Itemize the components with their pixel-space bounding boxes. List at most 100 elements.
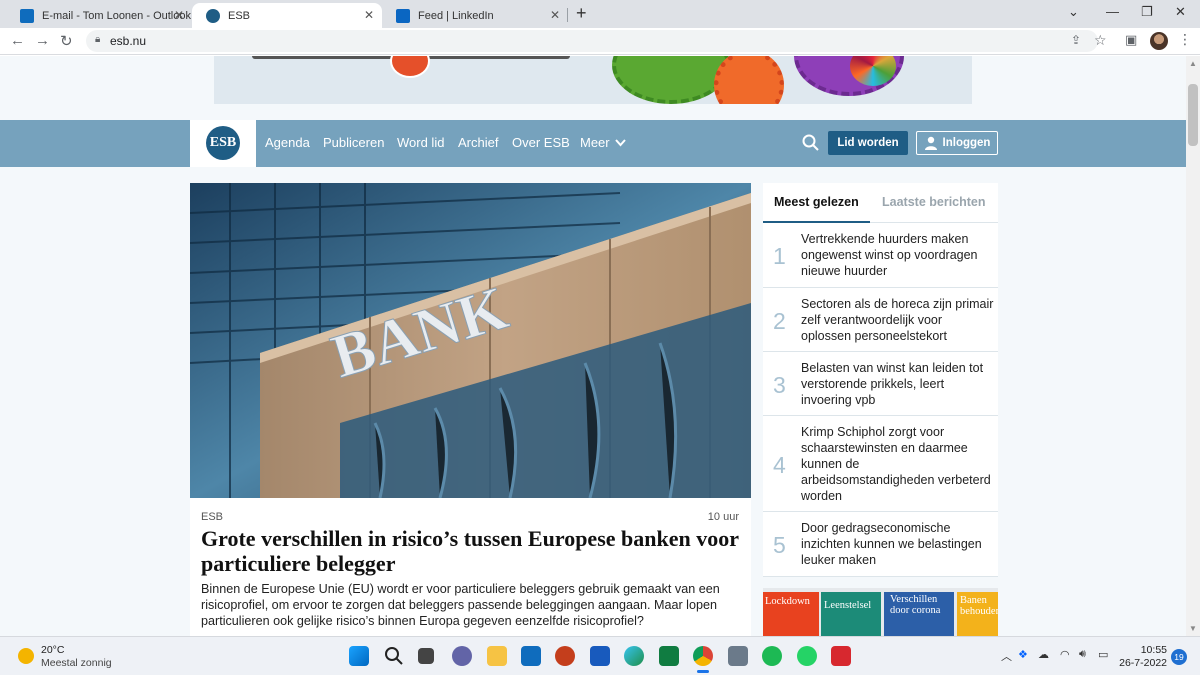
site-navbar: ESB Agenda Publiceren Word lid Archief O… [0,120,1186,167]
chevron-down-icon[interactable] [615,139,626,147]
most-read-item[interactable]: 1 Vertrekkende huurders maken ongewenst … [763,223,998,288]
minimize-icon[interactable]: — [1106,4,1119,19]
nav-agenda[interactable]: Agenda [265,135,310,150]
close-icon[interactable]: ✕ [364,8,374,22]
esb-icon [206,8,220,23]
login-button[interactable]: Inloggen [916,131,998,155]
page-scrollbar[interactable]: ▲ ▼ [1186,56,1200,636]
spotify-icon[interactable] [762,646,782,666]
chrome-icon[interactable] [693,646,713,673]
browser-toolbar: ← → ↻ 🔒︎ esb.nu ⇪ ☆ ▣ ⋮ [0,28,1200,55]
hero-image[interactable]: BANK [190,183,751,498]
most-read-item[interactable]: 2 Sectoren als de horeca zijn primair ze… [763,288,998,352]
most-read-title[interactable]: Krimp Schiphol zorgt voor schaarstewinst… [801,424,995,504]
outlook-icon[interactable] [521,646,541,666]
maximize-icon[interactable]: ❐ [1141,4,1153,20]
esb-logo[interactable]: ESB [190,120,256,167]
search-icon[interactable] [802,134,819,151]
rank-number: 2 [773,308,786,334]
file-explorer-icon[interactable] [487,646,507,666]
most-read-item[interactable]: 4 Krimp Schiphol zorgt voor schaarstewin… [763,416,998,512]
outlook-icon [20,8,34,23]
magazine-cover: Lockdown [763,592,819,636]
clock-date[interactable]: 26-7-2022 [1117,657,1167,669]
nav-word-lid[interactable]: Word lid [397,135,444,150]
most-read-title[interactable]: Sectoren als de horeca zijn primair zelf… [801,296,995,344]
nav-publiceren[interactable]: Publiceren [323,135,384,150]
forward-icon[interactable]: → [35,32,50,49]
address-bar[interactable]: 🔒︎ esb.nu ⇪ [86,30,1098,52]
tab-esb[interactable]: ESB ✕ [192,3,382,28]
task-view-icon[interactable] [418,648,434,664]
tray-overflow-icon[interactable]: ︿ [1001,648,1012,664]
volume-icon[interactable]: 🔊︎ [1079,648,1086,661]
search-icon[interactable] [384,646,404,666]
window-close-icon[interactable]: ✕ [1175,4,1186,20]
profile-avatar[interactable] [1150,32,1168,50]
magazine-promo[interactable]: Lockdown Leenstelsel Verschillen door co… [763,588,998,636]
rank-number: 4 [773,452,786,478]
notification-badge[interactable]: 19 [1171,649,1187,665]
tab-title: Feed | LinkedIn [418,9,494,22]
article-title[interactable]: Grote verschillen in risico’s tussen Eur… [201,526,741,576]
magazine-cover: Leenstelsel [821,592,881,636]
tab-search-icon[interactable]: ⌄ [1068,4,1079,20]
weather-sun-icon[interactable] [18,648,34,664]
teams-chat-icon[interactable] [452,646,472,666]
most-read-item[interactable]: 5 Door gedragseconomische inzichten kunn… [763,512,998,577]
whatsapp-icon[interactable] [797,646,817,666]
back-icon[interactable]: ← [10,32,25,49]
ad-banner[interactable] [214,56,972,104]
share-icon[interactable]: ⇪ [1071,33,1081,47]
close-icon[interactable]: ✕ [174,8,184,22]
bookmark-star-icon[interactable]: ☆ [1094,32,1107,49]
battery-icon[interactable]: ▭ [1098,648,1108,661]
reload-icon[interactable]: ↻ [60,32,73,50]
most-read-sidebar: Meest gelezen Laatste berichten 1 Vertre… [763,183,998,577]
become-member-button[interactable]: Lid worden [828,131,908,155]
scroll-thumb[interactable] [1188,84,1198,146]
tab-linkedin[interactable]: Feed | LinkedIn ✕ [382,3,568,28]
calculator-icon[interactable] [728,646,748,666]
onedrive-icon[interactable]: ☁ [1038,648,1049,661]
menu-icon[interactable]: ⋮ [1178,31,1192,48]
sidebar-tabs: Meest gelezen Laatste berichten [763,183,998,223]
user-icon [924,136,937,150]
side-panel-icon[interactable]: ▣ [1125,32,1137,48]
dropbox-icon[interactable]: ❖ [1018,648,1028,661]
url-text: esb.nu [110,34,147,48]
article-category[interactable]: ESB [201,511,223,523]
acrobat-icon[interactable] [831,646,851,666]
scroll-up-arrow-icon[interactable]: ▲ [1189,59,1197,68]
tab-latest[interactable]: Laatste berichten [882,195,986,209]
close-icon[interactable]: ✕ [550,8,560,22]
magazine-cover: Verschillen door corona [884,592,954,636]
clock-time[interactable]: 10:55 [1125,644,1167,656]
most-read-title[interactable]: Belasten van winst kan leiden tot versto… [801,360,995,408]
excel-icon[interactable] [659,646,679,666]
most-read-item[interactable]: 3 Belasten van winst kan leiden tot vers… [763,352,998,416]
nav-meer[interactable]: Meer [580,135,610,150]
lock-icon[interactable]: 🔒︎ [95,34,100,45]
bank-building-illustration: BANK [190,183,751,498]
article-time: 10 uur [707,511,739,523]
tab-most-read[interactable]: Meest gelezen [774,195,859,209]
new-tab-icon[interactable]: + [576,3,587,24]
nav-over-esb[interactable]: Over ESB [512,135,570,150]
weather-temperature[interactable]: 20°C [41,644,64,656]
wifi-icon[interactable]: ◠ [1060,648,1070,661]
tab-outlook[interactable]: E-mail - Tom Loonen - Outlook ✕ [6,3,192,28]
hero-article-card[interactable]: ESB 10 uur Grote verschillen in risico’s… [190,498,751,636]
start-icon[interactable] [349,646,369,666]
scroll-down-arrow-icon[interactable]: ▼ [1189,624,1197,633]
word-icon[interactable] [590,646,610,666]
weather-description[interactable]: Meestal zonnig [41,657,112,669]
most-read-title[interactable]: Door gedragseconomische inzichten kunnen… [801,520,995,568]
banner-red-circle [390,56,430,78]
edge-icon[interactable] [624,646,644,666]
tab-title: ESB [228,9,251,22]
rank-number: 5 [773,532,786,558]
powerpoint-icon[interactable] [555,646,575,666]
most-read-title[interactable]: Vertrekkende huurders maken ongewenst wi… [801,231,995,279]
nav-archief[interactable]: Archief [458,135,498,150]
